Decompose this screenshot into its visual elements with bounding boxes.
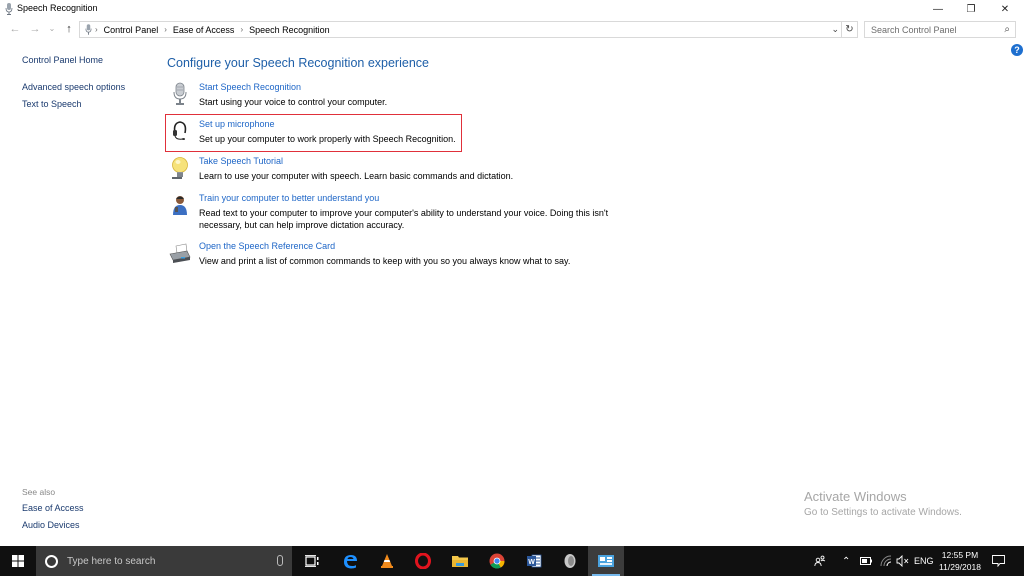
microphone-icon [173,82,187,105]
breadcrumb-control-panel[interactable]: Control Panel [101,25,162,35]
address-row: ← → ⌄ ↑ › Control Panel › Ease of Access… [0,19,1024,41]
sidebar-item-text-to-speech[interactable]: Text to Speech [22,99,82,109]
restore-button[interactable]: ❐ [954,0,988,18]
search-box[interactable]: ⌕ [864,21,1016,38]
taskbar-app-word[interactable]: W [516,546,552,576]
user-icon [173,196,187,215]
breadcrumb-ease-of-access[interactable]: Ease of Access [170,25,238,35]
breadcrumb-speech-recognition[interactable]: Speech Recognition [246,25,333,35]
see-also-ease-of-access[interactable]: Ease of Access [22,503,84,513]
printer-icon [169,243,191,263]
cortana-icon[interactable] [45,554,58,568]
volume-muted-icon[interactable] [896,546,910,576]
edge-icon [344,555,357,569]
wifi-icon[interactable] [880,546,892,576]
windows-logo-icon [12,555,24,567]
start-speech-recognition-link[interactable]: Start Speech Recognition [199,82,301,92]
action-center-button[interactable] [992,546,1005,576]
minimize-button[interactable]: — [921,0,955,18]
search-icon[interactable]: ⌕ [1004,24,1010,35]
people-icon[interactable] [814,546,826,576]
highlight-box [165,114,462,152]
page-title: Configure your Speech Recognition experi… [167,56,429,70]
address-bar[interactable]: › Control Panel › Ease of Access › Speec… [79,21,842,38]
notification-icon [992,555,1005,567]
clock-time: 12:55 PM [941,550,979,560]
see-also-audio-devices[interactable]: Audio Devices [22,520,80,530]
task-description: Learn to use your computer with speech. … [199,171,514,181]
title-bar: Speech Recognition — ❐ ✕ [0,0,1024,18]
svg-text:W: W [528,559,535,566]
control-panel-icon [598,555,614,567]
take-speech-tutorial-link[interactable]: Take Speech Tutorial [199,156,283,166]
taskbar-app-chrome[interactable] [479,546,515,576]
breadcrumb-separator[interactable]: › [161,25,170,34]
taskbar-search[interactable] [36,546,292,576]
battery-icon[interactable] [860,546,872,576]
forward-button[interactable]: → [28,23,42,35]
task-view-icon [305,555,319,567]
task-view-button[interactable] [294,546,330,576]
taskbar-app-opera[interactable] [405,546,441,576]
address-dropdown-icon[interactable]: ⌄ [831,24,839,35]
microphone-icon [5,3,13,15]
taskbar: W ⌃ [0,546,1024,576]
taskbar-app-edge[interactable] [332,546,368,576]
taskbar-app-file-explorer[interactable] [442,546,478,576]
help-icon[interactable]: ? [1011,44,1023,56]
folder-icon [452,556,468,567]
clock[interactable]: 12:55 PM 11/29/2018 [934,549,986,573]
speech-app-icon [564,554,576,568]
recent-locations-button[interactable]: ⌄ [45,24,59,33]
task-description: Start using your voice to control your c… [199,97,388,107]
vlc-icon [381,554,393,568]
taskbar-app-vlc[interactable] [369,546,405,576]
breadcrumb-separator[interactable]: › [237,25,246,34]
activate-subtitle: Go to Settings to activate Windows. [804,507,962,518]
microphone-icon[interactable] [277,555,283,566]
opera-icon [415,553,431,569]
task-description: Read text to your computer to improve yo… [199,208,609,230]
sidebar-item-advanced-speech-options[interactable]: Advanced speech options [22,82,125,92]
taskbar-app-control-panel[interactable] [588,546,624,576]
refresh-button[interactable]: ↻ [842,21,858,38]
language-indicator[interactable]: ENG [914,546,934,576]
activate-title: Activate Windows [804,489,907,504]
people-icon [814,555,826,567]
speech-reference-card-link[interactable]: Open the Speech Reference Card [199,241,335,251]
up-button[interactable]: ↑ [62,23,76,35]
window-title: Speech Recognition [17,3,98,13]
show-hidden-icons-button[interactable]: ⌃ [842,546,850,576]
train-computer-link[interactable]: Train your computer to better understand… [199,193,379,203]
lightbulb-icon [172,157,188,179]
start-button[interactable] [0,546,36,576]
sidebar-item-control-panel-home[interactable]: Control Panel Home [22,55,103,65]
microphone-icon [85,24,92,35]
taskbar-search-input[interactable] [67,555,257,567]
back-button[interactable]: ← [8,23,22,35]
chrome-icon [489,553,505,569]
see-also-label: See also [22,487,56,497]
breadcrumb-separator[interactable]: › [92,25,101,34]
task-description: View and print a list of common commands… [199,256,571,266]
clock-date: 11/29/2018 [939,562,981,572]
taskbar-app-speech[interactable] [552,546,588,576]
activate-windows-watermark: Activate Windows Go to Settings to activ… [804,489,962,518]
word-icon: W [527,554,542,568]
close-button[interactable]: ✕ [988,0,1022,18]
search-input[interactable] [871,24,996,35]
